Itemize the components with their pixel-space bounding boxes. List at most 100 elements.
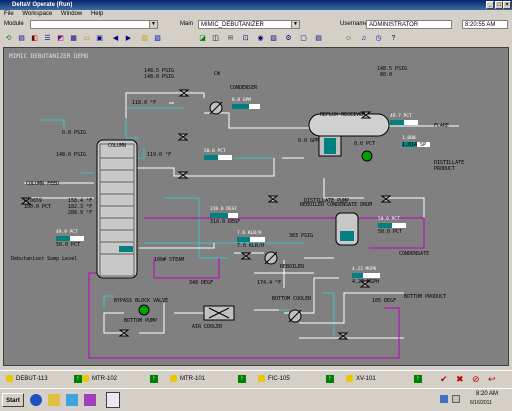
deltav-task-button[interactable] bbox=[106, 392, 120, 408]
alarm-slot-3[interactable]: MTR-101! bbox=[170, 374, 246, 384]
reflux-ctl-tag[interactable]: 50.0 PCT bbox=[204, 149, 234, 161]
alarm-slot-4[interactable]: FIC-105! bbox=[258, 374, 334, 384]
start-label: Start bbox=[6, 398, 20, 404]
browser-icon[interactable] bbox=[30, 394, 42, 406]
bottom-temp[interactable]: 105 DEGF bbox=[372, 298, 396, 304]
document-icon[interactable]: ▢ bbox=[298, 33, 309, 44]
tools-icon[interactable]: ⚙ bbox=[283, 33, 294, 44]
window-titlebar: DeltaV Operate (Run) _ □ × bbox=[0, 0, 512, 10]
next-alarm-icon[interactable]: ↩ bbox=[488, 374, 498, 384]
start-button[interactable]: Start bbox=[2, 393, 24, 407]
alarm-list-icon[interactable]: ☰ bbox=[42, 33, 53, 44]
process-canvas: MIMIC DEBUTANIZER DEMO CONDENSER CW REFL… bbox=[3, 47, 509, 366]
diagnostics-icon[interactable]: ▦ bbox=[68, 33, 79, 44]
flare-label: FLARE bbox=[434, 123, 450, 129]
recv-level-pv: 49.7 PCT bbox=[390, 114, 412, 119]
dist-pct[interactable]: 0.0 PCT bbox=[354, 141, 375, 147]
print-icon[interactable]: ▤ bbox=[16, 33, 27, 44]
horn-silence-icon[interactable]: ✖ bbox=[456, 374, 466, 384]
bottom-pump-label: BOTTOM PUMP bbox=[124, 318, 158, 324]
steam-flow-tag[interactable]: 7.6 KLB/H bbox=[237, 231, 267, 243]
menu-window[interactable]: Window bbox=[61, 11, 82, 17]
col-temp-d[interactable]: 288.9 °F bbox=[68, 210, 92, 216]
reboiler-drum-label[interactable]: REBOILER CONDENSATE DRUM bbox=[300, 202, 372, 208]
module-select[interactable]: ▼ bbox=[30, 20, 158, 29]
ack-icon[interactable]: ! bbox=[238, 375, 246, 383]
reflux-receiver-label[interactable]: REFLUX RECEIVER bbox=[320, 112, 365, 118]
ack-icon[interactable]: ! bbox=[326, 375, 334, 383]
alarm-slot-1[interactable]: DEBUT-113! bbox=[6, 374, 82, 384]
col-top-press[interactable]: 148.0 PSIG bbox=[56, 152, 86, 158]
col-psig[interactable]: 0.0 PSIG bbox=[62, 130, 86, 136]
history-icon[interactable]: ◷ bbox=[373, 33, 384, 44]
folder-icon[interactable]: ▭ bbox=[81, 33, 92, 44]
volume-icon[interactable] bbox=[452, 395, 460, 403]
ack-icon[interactable]: ! bbox=[74, 375, 82, 383]
taskbar-date: 6/16/2011 bbox=[470, 400, 492, 406]
sump-level-tag[interactable]: 49.9 PCT bbox=[56, 230, 86, 242]
menu-workspace[interactable]: Workspace bbox=[22, 11, 52, 17]
lock-icon[interactable]: ⊡ bbox=[240, 33, 251, 44]
help-icon[interactable]: ? bbox=[388, 33, 399, 44]
sound-icon[interactable]: ♫ bbox=[358, 33, 369, 44]
faceplate-icon[interactable]: ◧ bbox=[29, 33, 40, 44]
steam-flow-sp: 7.6 KLB/H bbox=[237, 243, 265, 249]
menu-help[interactable]: Help bbox=[91, 11, 103, 17]
ack-icon[interactable]: ! bbox=[150, 375, 158, 383]
main-select[interactable]: MIMIC_DEBUTANIZER ▼ bbox=[198, 20, 300, 29]
notes-icon[interactable]: ▥ bbox=[139, 33, 150, 44]
explorer-icon[interactable] bbox=[48, 394, 60, 406]
window-icon[interactable]: ▤ bbox=[313, 33, 324, 44]
bell-icon bbox=[346, 374, 353, 382]
drum-press[interactable]: 303 PSIG bbox=[289, 233, 313, 239]
user-icon[interactable]: ☺ bbox=[343, 33, 354, 44]
air-cooler-label: AIR COOLER bbox=[192, 324, 223, 330]
network-icon[interactable] bbox=[440, 395, 448, 403]
alarm-tag: FIC-105 bbox=[268, 376, 290, 382]
bell-icon bbox=[6, 374, 13, 382]
cond-temp[interactable]: 118.0 °F bbox=[132, 100, 156, 106]
window-title: DeltaV Operate (Run) bbox=[12, 2, 73, 8]
book-icon[interactable]: ▨ bbox=[268, 33, 279, 44]
ack-icon[interactable]: ! bbox=[414, 375, 422, 383]
display-icon[interactable]: ▣ bbox=[94, 33, 105, 44]
media-icon[interactable] bbox=[66, 394, 78, 406]
detail-icon[interactable]: ◫ bbox=[210, 33, 221, 44]
close-button[interactable]: × bbox=[503, 1, 511, 9]
column-label[interactable]: COLUMN bbox=[108, 143, 126, 149]
reflux-flow-tag[interactable]: 0.0 GPM bbox=[232, 98, 262, 110]
drum-level-tag[interactable]: 50.0 PCT bbox=[378, 217, 408, 229]
alarm-slot-2[interactable]: MTR-102! bbox=[82, 374, 158, 384]
refresh-icon[interactable]: ⟲ bbox=[3, 33, 14, 44]
forward-arrow-icon[interactable]: ▶ bbox=[123, 33, 134, 44]
bell-icon bbox=[170, 374, 177, 382]
feed-pct: 100.0 PCT bbox=[24, 204, 52, 210]
column-feed-label: COLUMN FEED bbox=[26, 181, 60, 187]
recv-level-tag[interactable]: 49.7 PCT bbox=[390, 114, 420, 126]
process-history-icon[interactable]: ◩ bbox=[55, 33, 66, 44]
mute-icon[interactable]: ⊘ bbox=[472, 374, 482, 384]
menu-file[interactable]: File bbox=[4, 11, 14, 17]
steam-temp-tag[interactable]: 310.0 DEGF bbox=[210, 207, 240, 219]
app-icon[interactable] bbox=[84, 394, 96, 406]
bottom-flow-tag[interactable]: 4.23 MGPH bbox=[352, 267, 382, 279]
ack-all-icon[interactable]: ✔ bbox=[440, 374, 450, 384]
alarm-tag: XV-101 bbox=[356, 376, 376, 382]
mail-icon[interactable]: ✉ bbox=[225, 33, 236, 44]
col-temp-top[interactable]: 119.0 °F bbox=[147, 152, 171, 158]
main-label: Main bbox=[180, 21, 194, 27]
bypass-valve-label: BYPASS BLOCK VALVE bbox=[114, 298, 169, 304]
trend-icon[interactable]: ▧ bbox=[152, 33, 163, 44]
maximize-button[interactable]: □ bbox=[495, 1, 503, 9]
bottom-flow-sp: 4.23 MGPH bbox=[352, 279, 380, 285]
air-temp[interactable]: 348 DEGF bbox=[189, 280, 213, 286]
username-value: ADMINISTRATOR bbox=[369, 22, 419, 28]
back-arrow-icon[interactable]: ◀ bbox=[110, 33, 121, 44]
cooler-temp[interactable]: 174.4 °F bbox=[257, 280, 281, 286]
minimize-button[interactable]: _ bbox=[486, 1, 494, 9]
alarm-slot-5[interactable]: XV-101! bbox=[346, 374, 422, 384]
horn-icon[interactable]: ◉ bbox=[255, 33, 266, 44]
dist-flow-pv: 1,000 bbox=[402, 136, 416, 141]
username-field: ADMINISTRATOR bbox=[366, 20, 452, 29]
chart-icon[interactable]: ◪ bbox=[197, 33, 208, 44]
